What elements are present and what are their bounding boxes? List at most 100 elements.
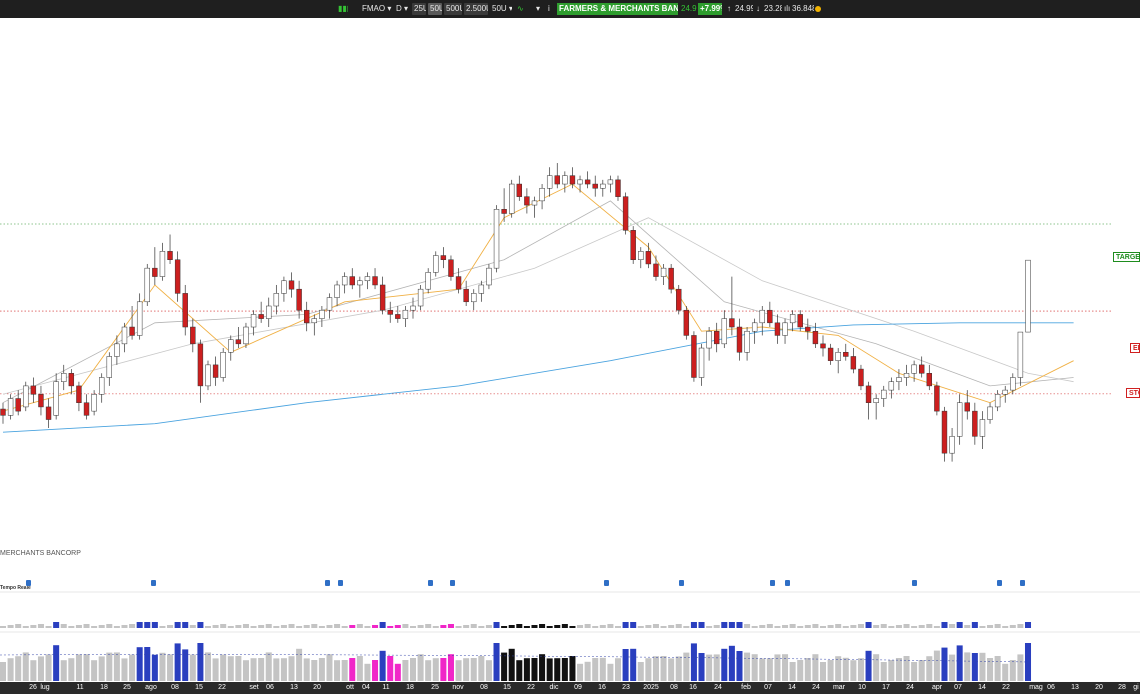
candle-body [296, 288, 302, 311]
candle [243, 322, 249, 349]
candle-body [896, 377, 902, 382]
event-marker-icon[interactable] [912, 580, 917, 586]
x-axis-label: 15 [503, 684, 511, 691]
candle [273, 284, 280, 315]
event-marker-icon[interactable] [338, 580, 343, 586]
event-marker-icon[interactable] [151, 580, 156, 586]
chart-type-icon[interactable]: ∿ [515, 3, 533, 15]
volume-bar [356, 656, 363, 681]
candle-body [994, 394, 1001, 408]
volume-bar [614, 626, 622, 628]
candle [903, 364, 910, 386]
x-axis-label: 11 [382, 684, 390, 691]
event-marker-icon[interactable] [26, 580, 31, 586]
candle [281, 276, 287, 302]
candlesticks [0, 163, 1031, 462]
bars-icon[interactable]: ▮▮▮ [336, 3, 348, 15]
volume-bar [569, 626, 576, 628]
candle [357, 276, 363, 298]
candle [979, 411, 986, 449]
event-marker-icon[interactable] [679, 580, 684, 586]
volume-bar [440, 658, 447, 681]
volume-bar [766, 658, 773, 681]
event-marker-icon[interactable] [428, 580, 433, 586]
volume-bar [288, 656, 295, 681]
volume-bar [516, 660, 523, 681]
volume-bar [189, 654, 196, 681]
volume-bar [630, 622, 637, 628]
volume-bar [721, 648, 728, 681]
volume-bar [523, 626, 530, 628]
candle-body [607, 179, 614, 185]
volume-bar [546, 658, 553, 681]
volume-bar [819, 662, 827, 681]
volume-unit-selector[interactable]: 50U ▾ [490, 3, 512, 15]
candle [311, 314, 317, 336]
volume-panel-1 [0, 591, 1140, 633]
volume-bar [607, 624, 614, 628]
candle [827, 343, 834, 365]
candle-body [941, 410, 948, 454]
volume-bar [303, 625, 310, 628]
event-marker-icon[interactable] [1020, 580, 1025, 586]
event-marker-icon[interactable] [785, 580, 790, 586]
chevron-down-icon[interactable]: ▾ [534, 3, 542, 15]
volume-bar [75, 625, 82, 628]
symbol-selector[interactable]: FMAO ▾ [360, 3, 392, 15]
event-marker-icon[interactable] [450, 580, 455, 586]
volume-bar [827, 660, 834, 681]
volume-bar [933, 650, 940, 681]
chip-500u[interactable]: 500U [444, 3, 462, 15]
chip-2500u[interactable]: 2.500U [464, 3, 488, 15]
volume-bar [698, 622, 705, 628]
volume-bar [22, 626, 29, 628]
candle [433, 251, 439, 277]
volume-bar [827, 625, 834, 628]
volume-bar [751, 626, 758, 628]
interval-label: D [396, 4, 402, 13]
volume-bar [68, 658, 75, 681]
candle [592, 175, 598, 197]
event-marker-icon[interactable] [325, 580, 330, 586]
volume-bar [356, 624, 363, 628]
candle-body [83, 402, 90, 416]
x-axis-label: feb [741, 684, 751, 691]
candle [1010, 373, 1016, 395]
volume-bar [470, 624, 477, 628]
volume-bar [546, 626, 553, 628]
event-marker-icon[interactable] [604, 580, 609, 586]
interval-selector[interactable]: D ▾ [394, 3, 408, 15]
volume-bar [280, 625, 287, 628]
x-axis-label: 22 [527, 684, 535, 691]
chip-50u[interactable]: 50U [428, 3, 442, 15]
volume-bar [402, 660, 409, 681]
volume-bar [652, 656, 659, 681]
volume-bar [121, 625, 128, 628]
candle-body [782, 322, 788, 336]
volume-bar [569, 656, 576, 681]
event-marker-icon[interactable] [770, 580, 775, 586]
volume-bar [584, 661, 591, 681]
volume-bar [789, 662, 796, 681]
candle [76, 381, 82, 412]
volume-bar [819, 626, 827, 628]
volume-bar [531, 625, 538, 628]
x-axis-label: 24 [812, 684, 820, 691]
candle-body [136, 301, 143, 336]
volume-bar [60, 624, 67, 628]
chip-25u[interactable]: 25U [412, 3, 426, 15]
price-chart[interactable] [0, 18, 1140, 694]
volume-bar [432, 658, 439, 681]
candle [266, 297, 272, 328]
event-marker-icon[interactable] [997, 580, 1002, 586]
candle [539, 184, 545, 210]
volume-bar [865, 622, 872, 628]
candle-body [797, 314, 803, 328]
low-value: 23.28 [764, 4, 782, 13]
candle-body [417, 288, 424, 307]
info-icon[interactable]: i [546, 3, 554, 15]
volume-bar [979, 626, 986, 628]
x-axis-label: 26 [29, 684, 37, 691]
entry-label: EN [1130, 343, 1140, 353]
candle-body [956, 402, 963, 437]
